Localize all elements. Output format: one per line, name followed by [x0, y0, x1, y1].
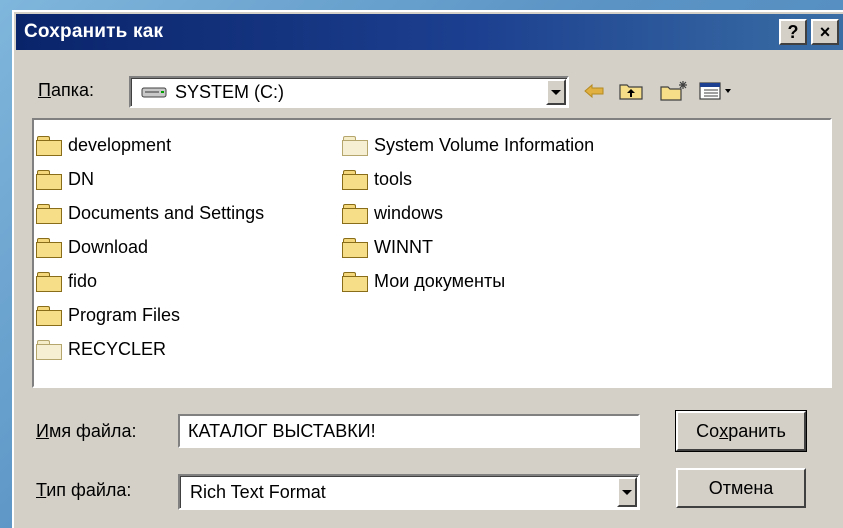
folder-item-label: Documents and Settings — [68, 202, 265, 223]
folder-item[interactable]: Documents and Settings — [36, 196, 264, 230]
view-menu-icon[interactable] — [698, 79, 734, 103]
save-as-dialog: Сохранить как ? × Папка: SYSTEM (C:) dev… — [12, 10, 843, 528]
hidden-folder-icon — [342, 135, 368, 156]
folder-item[interactable]: Download — [36, 230, 264, 264]
cancel-button[interactable]: Отмена — [676, 468, 806, 508]
folder-item[interactable]: development — [36, 128, 264, 162]
folder-item[interactable]: Program Files — [36, 298, 264, 332]
folder-icon — [342, 169, 368, 190]
folder-icon — [36, 135, 62, 156]
folder-label-accel: П — [38, 80, 51, 100]
help-button[interactable]: ? — [779, 19, 807, 45]
filetype-label-rest: ип файла: — [46, 480, 132, 500]
file-list-column-2: System Volume Information tools windows … — [342, 128, 594, 298]
save-button-label-pre: Со — [696, 420, 720, 441]
folder-item[interactable]: tools — [342, 162, 594, 196]
file-list[interactable]: development DN Documents and Settings Do… — [32, 118, 832, 388]
filename-input-value: КАТАЛОГ ВЫСТАВКИ! — [188, 421, 376, 441]
title-bar[interactable]: Сохранить как ? × — [16, 14, 843, 50]
folder-item[interactable]: System Volume Information — [342, 128, 594, 162]
filename-input[interactable]: КАТАЛОГ ВЫСТАВКИ! — [178, 414, 640, 448]
folder-item[interactable]: fido — [36, 264, 264, 298]
folder-item-label: System Volume Information — [374, 134, 595, 155]
save-button-label-post: ранить — [728, 420, 786, 441]
save-button-label-accel: х — [719, 420, 729, 441]
folder-item-label: Мои документы — [374, 270, 506, 291]
folder-item-label: tools — [374, 168, 413, 189]
folder-item[interactable]: DN — [36, 162, 264, 196]
folder-icon — [36, 305, 62, 326]
up-folder-icon[interactable] — [617, 79, 645, 103]
chevron-down-icon — [622, 489, 632, 495]
folder-item-label: RECYCLER — [68, 338, 167, 359]
folder-item-label: DN — [68, 168, 94, 189]
filename-label-rest: мя файла: — [48, 421, 137, 441]
folder-item[interactable]: Мои документы — [342, 264, 594, 298]
back-arrow-icon[interactable] — [582, 79, 606, 103]
filetype-label: Тип файла: — [36, 480, 131, 501]
filename-label-accel: И — [36, 421, 49, 441]
file-list-column-1: development DN Documents and Settings Do… — [36, 128, 264, 366]
folder-icon — [342, 237, 368, 258]
hidden-folder-icon — [36, 339, 62, 360]
folder-icon — [342, 271, 368, 292]
folder-label-rest: апка: — [50, 80, 94, 100]
folder-item[interactable]: RECYCLER — [36, 332, 264, 366]
folder-select-value: SYSTEM (C:) — [175, 82, 285, 102]
close-button[interactable]: × — [811, 19, 839, 45]
dialog-title: Сохранить как — [24, 21, 164, 42]
filetype-label-accel: Т — [36, 480, 47, 500]
filetype-dropdown-button[interactable] — [617, 477, 637, 507]
folder-item[interactable]: WINNT — [342, 230, 594, 264]
folder-icon — [36, 237, 62, 258]
filetype-select-value: Rich Text Format — [190, 482, 326, 502]
folder-item-label: Program Files — [68, 304, 181, 325]
drive-icon — [141, 86, 167, 99]
folder-item-label: WINNT — [374, 236, 433, 257]
folder-item[interactable]: windows — [342, 196, 594, 230]
folder-item-label: development — [68, 134, 172, 155]
filetype-select[interactable]: Rich Text Format — [178, 474, 640, 510]
save-button[interactable]: Со х ранить — [675, 410, 807, 452]
folder-dropdown-button[interactable] — [546, 79, 566, 105]
chevron-down-icon — [551, 89, 561, 95]
folder-item-label: Download — [68, 236, 149, 257]
folder-icon — [36, 203, 62, 224]
folder-icon — [342, 203, 368, 224]
folder-icon — [36, 271, 62, 292]
folder-select[interactable]: SYSTEM (C:) — [129, 76, 569, 108]
folder-item-label: fido — [68, 270, 98, 291]
filename-label: Имя файла: — [36, 421, 136, 442]
new-folder-icon[interactable] — [659, 79, 689, 103]
folder-item-label: windows — [374, 202, 444, 223]
folder-label: Папка: — [38, 80, 94, 101]
folder-icon — [36, 169, 62, 190]
